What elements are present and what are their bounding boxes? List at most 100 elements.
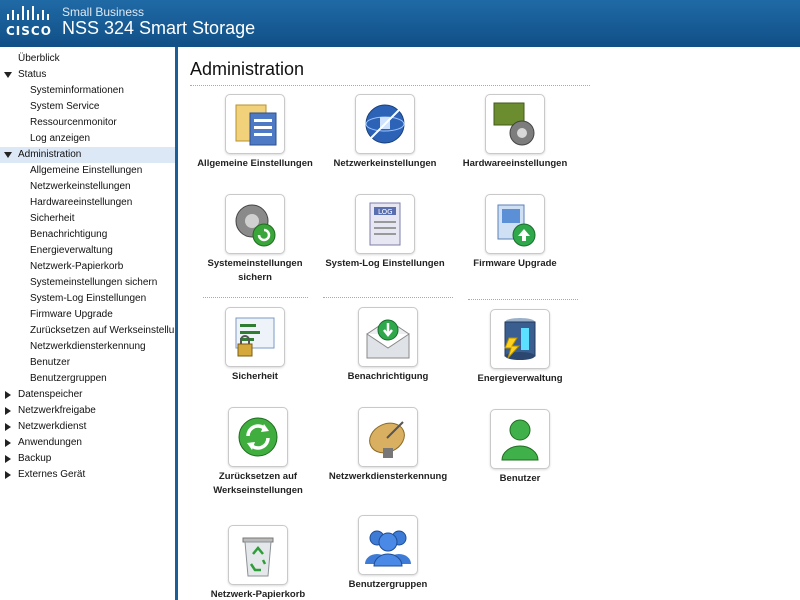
network-settings-icon	[365, 104, 405, 144]
collapsed-arrow-icon[interactable]	[5, 391, 11, 399]
sidebar-item-label: Log anzeigen	[30, 133, 91, 144]
tile-label[interactable]: Zurücksetzen auf Werkseinstellungen	[198, 470, 318, 498]
collapsed-arrow-icon[interactable]	[5, 455, 11, 463]
tile-label[interactable]: Energieverwaltung	[460, 372, 580, 386]
admin-tile[interactable]: Benutzer	[460, 409, 580, 486]
nav-tree: Überblick Status Systeminformationen System…	[0, 51, 175, 483]
tile-icon-box[interactable]	[225, 307, 285, 367]
tile-label[interactable]: Sicherheit	[195, 370, 315, 384]
sidebar-item-label: Allgemeine Einstellungen	[30, 165, 143, 176]
tile-label[interactable]: System-Log Einstellungen	[325, 257, 445, 271]
tile-icon-box[interactable]	[490, 309, 550, 369]
sidebar-item[interactable]: Netzwerkdienst	[0, 419, 175, 435]
user-icon	[501, 419, 539, 461]
sidebar-item-label: Benutzer	[30, 357, 71, 368]
sidebar-item-label: Hardwareeinstellungen	[30, 197, 133, 208]
sidebar-item[interactable]: Netzwerk-Papierkorb	[0, 259, 175, 275]
sidebar-item[interactable]: Benutzer	[0, 355, 175, 371]
tile-icon-box[interactable]	[490, 409, 550, 469]
collapsed-arrow-icon[interactable]	[5, 471, 11, 479]
tile-icon-box[interactable]	[358, 307, 418, 367]
admin-tile[interactable]: Energieverwaltung	[460, 309, 580, 386]
factory-reset-icon	[238, 417, 278, 457]
sidebar-item[interactable]: Firmware Upgrade	[0, 307, 175, 323]
sidebar-item[interactable]: Administration	[0, 147, 175, 163]
tile-label[interactable]: Benutzer	[460, 472, 580, 486]
sidebar-item-label: Netzwerkeinstellungen	[30, 181, 131, 192]
sidebar-item[interactable]: Zurücksetzen auf Werkseinstellungen	[0, 323, 175, 339]
tile-label[interactable]: Firmware Upgrade	[455, 257, 575, 271]
tile-label[interactable]: Netzwerkeinstellungen	[325, 157, 445, 171]
sidebar-item[interactable]: Benutzergruppen	[0, 371, 175, 387]
admin-tile[interactable]: LOG System-Log Einstellungen	[325, 194, 445, 271]
row-divider	[323, 297, 453, 298]
tile-icon-box[interactable]	[355, 94, 415, 154]
tile-icon-box[interactable]	[225, 94, 285, 154]
sidebar-item-label: Datenspeicher	[18, 389, 83, 400]
admin-tile[interactable]: Netzwerkeinstellungen	[325, 94, 445, 171]
brand-word: CISCO	[6, 24, 52, 38]
sidebar-item[interactable]: Log anzeigen	[0, 131, 175, 147]
page-title: Administration	[190, 59, 305, 79]
sidebar-item[interactable]: System-Log Einstellungen	[0, 291, 175, 307]
tile-icon-box[interactable]: LOG	[355, 194, 415, 254]
sidebar-item[interactable]: Energieverwaltung	[0, 243, 175, 259]
sidebar-item[interactable]: Hardwareeinstellungen	[0, 195, 175, 211]
sidebar-item[interactable]: Systeminformationen	[0, 83, 175, 99]
sidebar-item[interactable]: Netzwerkfreigabe	[0, 403, 175, 419]
sidebar-item[interactable]: Sicherheit	[0, 211, 175, 227]
tile-label[interactable]: Netzwerkdiensterkennung	[328, 470, 448, 484]
admin-tile[interactable]: Benachrichtigung	[328, 307, 448, 384]
sidebar-item-label: Zurücksetzen auf Werkseinstellungen	[30, 325, 175, 336]
admin-tile[interactable]: Hardwareeinstellungen	[455, 94, 575, 171]
sidebar-item[interactable]: Status	[0, 67, 175, 83]
admin-tile[interactable]: Zurücksetzen auf Werkseinstellungen	[198, 407, 318, 498]
sidebar-item[interactable]: Ressourcenmonitor	[0, 115, 175, 131]
admin-tile[interactable]: Systemeinstellungen sichern	[195, 194, 315, 285]
admin-tile[interactable]: Netzwerk-Papierkorb	[198, 525, 318, 600]
tile-label[interactable]: Allgemeine Einstellungen	[195, 157, 315, 171]
tile-label[interactable]: Systemeinstellungen sichern	[195, 257, 315, 285]
tile-label[interactable]: Benutzergruppen	[328, 578, 448, 592]
expanded-arrow-icon[interactable]	[4, 152, 12, 158]
expanded-arrow-icon[interactable]	[4, 72, 12, 78]
tile-icon-box[interactable]	[358, 515, 418, 575]
tile-label[interactable]: Netzwerk-Papierkorb	[198, 588, 318, 600]
tile-icon-box[interactable]	[485, 194, 545, 254]
sidebar-item[interactable]: Systemeinstellungen sichern	[0, 275, 175, 291]
sidebar-item[interactable]: Netzwerkdiensterkennung	[0, 339, 175, 355]
sidebar-item-label: Netzwerkdiensterkennung	[30, 341, 146, 352]
admin-tile[interactable]: Netzwerkdiensterkennung	[328, 407, 448, 484]
sidebar-item-label: Ressourcenmonitor	[30, 117, 117, 128]
tile-icon-box[interactable]	[228, 407, 288, 467]
sidebar-item[interactable]: Benachrichtigung	[0, 227, 175, 243]
backup-settings-icon	[235, 204, 276, 247]
tile-icon-box[interactable]	[358, 407, 418, 467]
admin-tile[interactable]: Firmware Upgrade	[455, 194, 575, 271]
sidebar-item[interactable]: System Service	[0, 99, 175, 115]
admin-tile[interactable]: Allgemeine Einstellungen	[195, 94, 315, 171]
power-management-icon	[504, 318, 536, 360]
admin-tile[interactable]: Benutzergruppen	[328, 515, 448, 592]
sidebar-item[interactable]: Allgemeine Einstellungen	[0, 163, 175, 179]
admin-tile[interactable]: Sicherheit	[195, 307, 315, 384]
tile-icon-box[interactable]	[228, 525, 288, 585]
sidebar-item-label: Benachrichtigung	[30, 229, 108, 240]
tile-label[interactable]: Hardwareeinstellungen	[455, 157, 575, 171]
tile-icon-box[interactable]	[225, 194, 285, 254]
sidebar-item[interactable]: Backup	[0, 451, 175, 467]
collapsed-arrow-icon[interactable]	[5, 423, 11, 431]
collapsed-arrow-icon[interactable]	[5, 439, 11, 447]
sidebar-item-label: Firmware Upgrade	[30, 309, 113, 320]
sidebar-item-label: Backup	[18, 453, 52, 464]
tile-label[interactable]: Benachrichtigung	[328, 370, 448, 384]
sidebar-item[interactable]: Überblick	[0, 51, 175, 67]
tile-icon-box[interactable]	[485, 94, 545, 154]
recycle-bin-icon	[242, 537, 274, 577]
sidebar-item[interactable]: Externes Gerät	[0, 467, 175, 483]
sidebar-item[interactable]: Netzwerkeinstellungen	[0, 179, 175, 195]
collapsed-arrow-icon[interactable]	[5, 407, 11, 415]
sidebar-item-label: System-Log Einstellungen	[30, 293, 147, 304]
sidebar-item[interactable]: Anwendungen	[0, 435, 175, 451]
sidebar-item[interactable]: Datenspeicher	[0, 387, 175, 403]
